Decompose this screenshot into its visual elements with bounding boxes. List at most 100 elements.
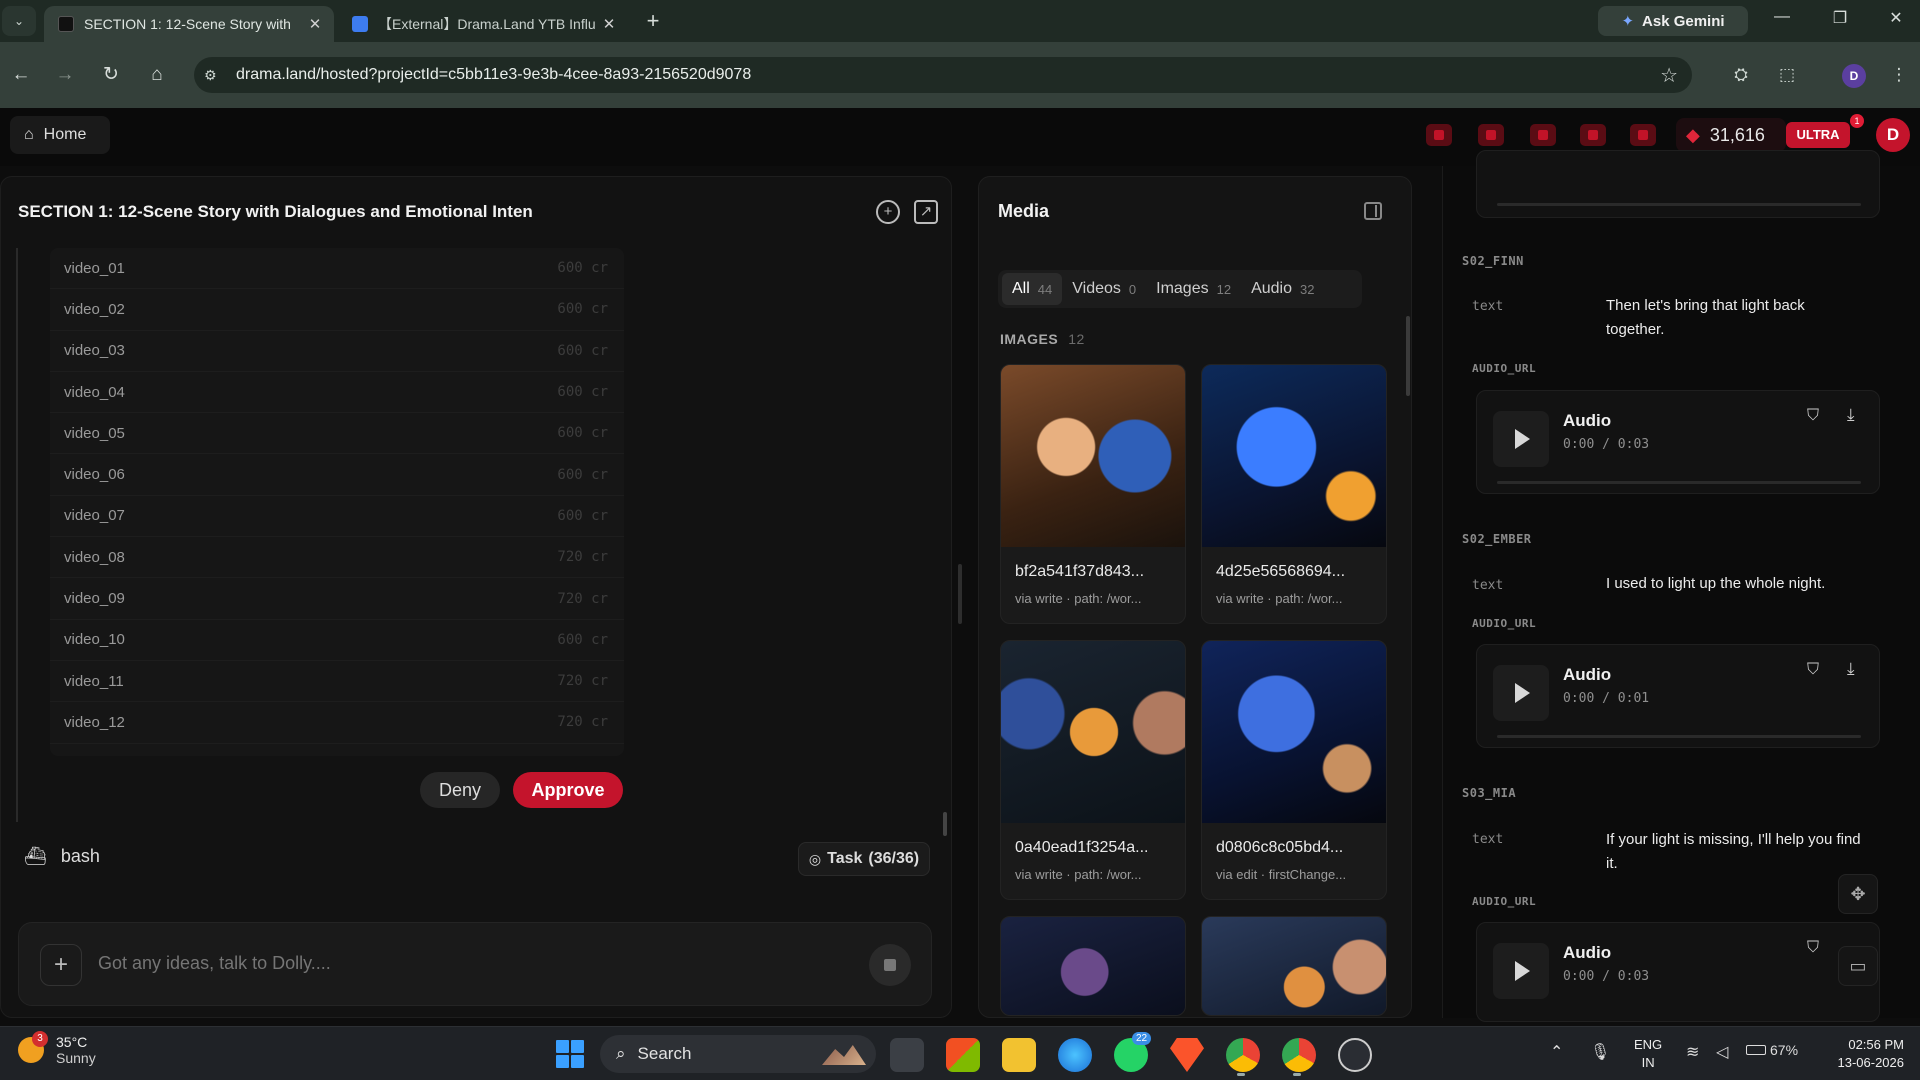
- edge-icon[interactable]: [1058, 1038, 1092, 1072]
- extension-incognito-icon[interactable]: ⛭: [1728, 62, 1754, 88]
- file-explorer-icon[interactable]: [1002, 1038, 1036, 1072]
- media-card[interactable]: [1000, 916, 1186, 1016]
- video-name: video_05: [64, 424, 125, 442]
- running-indicator: [1293, 1073, 1301, 1076]
- filter-all[interactable]: All 44: [1002, 273, 1063, 305]
- media-card[interactable]: bf2a541f37d843... via write · path: /wor…: [1000, 364, 1186, 624]
- panel-toggle-icon[interactable]: [1364, 202, 1382, 220]
- tool-call-row[interactable]: ⛴ bash: [24, 846, 100, 867]
- chrome-icon[interactable]: [1226, 1038, 1260, 1072]
- docs-favicon: [352, 16, 368, 32]
- scrollbar[interactable]: [943, 812, 947, 836]
- header-tool-icon[interactable]: [1530, 124, 1556, 146]
- audio-progress-track[interactable]: [1497, 203, 1861, 206]
- browser-profile-avatar[interactable]: D: [1842, 64, 1866, 88]
- taskbar-search[interactable]: ⌕ Search: [600, 1035, 876, 1073]
- user-avatar[interactable]: D: [1876, 118, 1910, 152]
- browser-tab[interactable]: 【External】Drama.Land YTB Influ ✕: [338, 6, 628, 42]
- whatsapp-icon[interactable]: 22: [1114, 1032, 1152, 1072]
- weather-badge: 3: [32, 1031, 48, 1047]
- audio-title: Audio: [1563, 943, 1612, 962]
- scrollbar[interactable]: [1406, 316, 1410, 396]
- volume-icon[interactable]: ◁: [1716, 1042, 1728, 1062]
- section-key: S02_EMBER: [1462, 532, 1532, 546]
- reload-icon[interactable]: ↻: [96, 60, 126, 90]
- ask-gemini-button[interactable]: ✦ Ask Gemini: [1598, 6, 1748, 36]
- open-external-icon[interactable]: ↗: [914, 200, 938, 224]
- filter-label: Images: [1156, 280, 1209, 297]
- address-bar[interactable]: ⚙ drama.land/hosted?projectId=c5bb11e3-9…: [194, 57, 1692, 93]
- close-tab-icon[interactable]: ✕: [600, 15, 618, 33]
- header-tool-icon[interactable]: [1478, 124, 1504, 146]
- bookmark-icon[interactable]: ⛉: [1807, 407, 1819, 425]
- comment-icon[interactable]: ▭: [1838, 946, 1878, 986]
- filter-images[interactable]: Images 12: [1146, 273, 1241, 305]
- battery-indicator[interactable]: 67%: [1746, 1042, 1798, 1058]
- back-icon[interactable]: ←: [6, 60, 36, 90]
- chatgpt-icon[interactable]: [1338, 1038, 1372, 1072]
- play-button[interactable]: [1493, 943, 1549, 999]
- panel-resize-handle[interactable]: [958, 564, 962, 624]
- header-tool-icon[interactable]: [1580, 124, 1606, 146]
- deny-button[interactable]: Deny: [420, 772, 500, 808]
- download-icon[interactable]: ⤓: [1847, 405, 1855, 425]
- header-tool-icon[interactable]: [1426, 124, 1452, 146]
- chrome-profile-icon[interactable]: [1282, 1038, 1316, 1072]
- bookmark-icon[interactable]: ⛉: [1807, 661, 1819, 679]
- forward-icon[interactable]: →: [50, 60, 80, 90]
- browser-tab-active[interactable]: SECTION 1: 12-Scene Story with ✕: [44, 6, 334, 42]
- restore-icon[interactable]: ❐: [1820, 8, 1860, 32]
- media-card[interactable]: d0806c8c05bd4... via edit · firstChange.…: [1201, 640, 1387, 900]
- tab-title: 【External】Drama.Land YTB Influ: [378, 16, 596, 32]
- plan-badge[interactable]: ULTRA: [1786, 122, 1850, 148]
- add-circle-icon[interactable]: +: [876, 200, 900, 224]
- clock[interactable]: 02:56 PM 13-06-2026: [1816, 1036, 1905, 1072]
- video-row: video_03 600 cr: [50, 331, 624, 372]
- close-tab-icon[interactable]: ✕: [306, 15, 324, 33]
- microphone-icon[interactable]: 🎙: [1590, 1042, 1610, 1062]
- move-icon[interactable]: ✥: [1838, 874, 1878, 914]
- download-icon[interactable]: ⤓: [1847, 659, 1855, 679]
- new-tab-button[interactable]: +: [638, 6, 668, 36]
- play-button[interactable]: [1493, 411, 1549, 467]
- site-info-icon[interactable]: ⚙: [204, 67, 224, 84]
- wifi-icon[interactable]: ≋: [1686, 1042, 1699, 1062]
- extension-capture-icon[interactable]: ⬚: [1774, 62, 1800, 88]
- audio-time: 0:00 / 0:03: [1563, 437, 1650, 452]
- page-title: SECTION 1: 12-Scene Story with Dialogues…: [18, 202, 533, 221]
- audio-progress-track[interactable]: [1497, 481, 1861, 484]
- close-window-icon[interactable]: ✕: [1876, 8, 1916, 32]
- stop-button[interactable]: [869, 944, 911, 986]
- windows-start-icon[interactable]: [556, 1040, 584, 1068]
- media-card[interactable]: 0a40ead1f3254a... via write · path: /wor…: [1000, 640, 1186, 900]
- minimize-icon[interactable]: —: [1762, 8, 1802, 32]
- image-thumbnail: [1202, 365, 1386, 547]
- audio-progress-track[interactable]: [1497, 735, 1861, 738]
- credits-balance[interactable]: ◆ 31,616: [1676, 118, 1786, 152]
- filter-videos[interactable]: Videos 0: [1062, 273, 1146, 305]
- bookmark-icon[interactable]: ⛉: [1807, 939, 1819, 957]
- play-button[interactable]: [1493, 665, 1549, 721]
- filter-audio[interactable]: Audio 32: [1241, 273, 1324, 305]
- home-icon[interactable]: ⌂: [142, 60, 172, 90]
- weather-widget[interactable]: 3 35°C Sunny: [18, 1031, 96, 1066]
- store-icon[interactable]: [946, 1038, 980, 1072]
- task-view-icon[interactable]: [890, 1038, 924, 1072]
- video-cost: 720 cr: [557, 549, 608, 566]
- tab-search-button[interactable]: ⌄: [2, 6, 36, 36]
- header-tool-icon[interactable]: [1630, 124, 1656, 146]
- attach-plus-button[interactable]: +: [40, 944, 82, 986]
- chat-input[interactable]: [98, 953, 698, 974]
- bookmark-star-icon[interactable]: ☆: [1660, 63, 1678, 88]
- tray-overflow-icon[interactable]: ⌃: [1550, 1042, 1563, 1062]
- media-card[interactable]: [1201, 916, 1387, 1016]
- temperature: 35°C: [56, 1034, 88, 1050]
- approve-button[interactable]: Approve: [513, 772, 623, 808]
- browser-menu-icon[interactable]: ⋮: [1886, 62, 1912, 88]
- home-button[interactable]: ⌂ Home: [10, 116, 110, 154]
- field-value: I used to light up the whole night.: [1606, 575, 1826, 592]
- input-language[interactable]: ENG IN: [1634, 1036, 1662, 1072]
- task-progress-badge[interactable]: ◎ Task (36/36): [798, 842, 930, 876]
- media-card[interactable]: 4d25e56568694... via write · path: /wor.…: [1201, 364, 1387, 624]
- video-row: video_05 600 cr: [50, 413, 624, 455]
